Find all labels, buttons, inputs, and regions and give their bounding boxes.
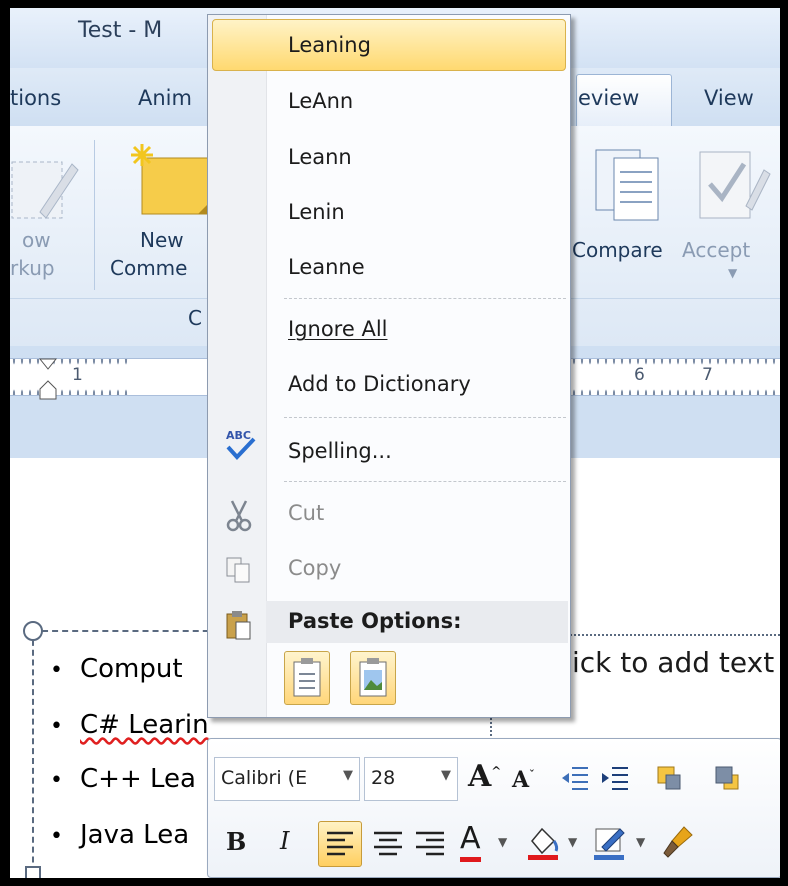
align-left-button[interactable]: [318, 821, 362, 867]
paste-keep-formatting-button[interactable]: [284, 651, 330, 705]
compare-button[interactable]: Compare: [570, 134, 676, 294]
window-title: Test - M: [78, 18, 163, 43]
tab-review[interactable]: eview: [578, 86, 639, 110]
new-comment-label-1: New: [140, 228, 184, 252]
tab-transitions[interactable]: tions: [10, 86, 61, 110]
shape-fill-icon[interactable]: [526, 823, 562, 863]
send-backward-icon[interactable]: [712, 763, 742, 793]
markup-icon: [11, 161, 79, 219]
app-window: Test - M tions Anim eview View ow rkup N…: [10, 8, 780, 878]
font-size-value: 28: [371, 767, 396, 789]
font-size-combo[interactable]: 28 ▼: [364, 757, 458, 801]
new-comment-button[interactable]: New Comme: [110, 134, 213, 294]
ruler-ticks: [570, 359, 780, 395]
ruler-ticks: [10, 359, 130, 395]
align-center-icon[interactable]: [370, 825, 406, 865]
menu-separator: [284, 481, 566, 482]
chevron-down-icon[interactable]: ▼: [441, 768, 451, 783]
suggestion-leanne[interactable]: Leanne: [288, 255, 365, 279]
chevron-down-icon[interactable]: ▼: [568, 835, 577, 849]
menu-highlight: [212, 19, 566, 71]
accept-button[interactable]: Accept ▼: [678, 134, 778, 294]
show-markup-label-2: rkup: [10, 256, 55, 280]
paste-picture-icon: [359, 658, 387, 697]
compare-icon: [595, 149, 659, 221]
bring-forward-icon[interactable]: [654, 763, 684, 793]
grow-font-icon[interactable]: A^: [468, 759, 501, 794]
align-right-icon[interactable]: [412, 825, 448, 865]
svg-text:ABC: ABC: [226, 429, 251, 442]
paste-text-icon: [293, 658, 321, 697]
suggestion-leaning[interactable]: Leaning: [288, 33, 371, 57]
comments-group-label: C: [188, 306, 202, 330]
rotate-handle[interactable]: [23, 621, 43, 641]
add-to-dictionary-item[interactable]: Add to Dictionary: [288, 372, 471, 396]
shape-outline-icon[interactable]: [592, 823, 628, 863]
resize-handle[interactable]: [25, 866, 41, 878]
suggestion-leann[interactable]: Leann: [288, 145, 352, 169]
tab-animations[interactable]: Anim: [138, 86, 192, 110]
shrink-font-icon[interactable]: Aˇ: [512, 767, 535, 793]
accept-label: Accept: [682, 238, 751, 262]
accept-icon: [699, 151, 771, 219]
suggestion-leann-cap[interactable]: LeAnn: [288, 89, 353, 113]
format-painter-icon[interactable]: [660, 823, 696, 863]
increase-indent-icon[interactable]: [600, 763, 630, 793]
misspelled-word: C# Learin: [80, 710, 209, 740]
chevron-down-icon[interactable]: ▼: [343, 768, 353, 783]
suggestion-lenin[interactable]: Lenin: [288, 200, 345, 224]
bullet-item: • Java Lea: [50, 820, 190, 850]
copy-item[interactable]: Copy: [288, 556, 341, 580]
bullet-item: • C++ Lea: [50, 764, 196, 794]
chevron-down-icon[interactable]: ▼: [498, 835, 507, 849]
ruler-mark-6: 6: [634, 365, 645, 385]
scissors-icon: [226, 500, 252, 532]
menu-separator: [284, 417, 566, 418]
menu-separator: [284, 298, 566, 299]
ignore-all-item[interactable]: Ignore All: [288, 317, 387, 341]
font-name-combo[interactable]: Calibri (E ▼: [214, 757, 360, 801]
show-markup-button[interactable]: ow rkup: [10, 134, 90, 294]
indent-marker-icon[interactable]: [36, 355, 66, 405]
paste-picture-button[interactable]: [350, 651, 396, 705]
spelling-item[interactable]: Spelling...: [288, 439, 392, 463]
cut-item[interactable]: Cut: [288, 501, 324, 525]
copy-icon: [226, 557, 250, 583]
compare-label: Compare: [572, 238, 663, 262]
align-left-icon: [327, 831, 353, 856]
bullet-item: • Comput: [50, 654, 183, 684]
new-comment-icon: [131, 144, 213, 215]
context-menu: Leaning LeAnn Leann Lenin Leanne Ignore …: [207, 14, 571, 718]
font-name-value: Calibri (E: [221, 767, 308, 789]
decrease-indent-icon[interactable]: [560, 763, 590, 793]
paste-icon: [226, 611, 251, 640]
chevron-down-icon[interactable]: ▼: [636, 835, 645, 849]
chevron-down-icon[interactable]: ▼: [728, 266, 737, 280]
font-color-icon[interactable]: A: [460, 821, 481, 862]
placeholder-prompt[interactable]: ick to add text: [572, 646, 774, 679]
ruler-mark-1: 1: [72, 365, 83, 385]
mini-toolbar: Calibri (E ▼ 28 ▼ A^ Aˇ B I A ▼ ▼ ▼: [207, 738, 780, 878]
bold-icon[interactable]: B: [226, 827, 246, 856]
spelling-check-icon: ABC: [226, 429, 256, 460]
separator: [94, 140, 95, 290]
tab-view[interactable]: View: [704, 86, 754, 110]
bullet-item: • C# Learin: [50, 710, 209, 740]
new-comment-label-2: Comme: [110, 256, 188, 280]
paste-options-label: Paste Options:: [288, 609, 462, 633]
show-markup-label-1: ow: [22, 228, 51, 252]
ruler-mark-7: 7: [702, 365, 713, 385]
italic-icon[interactable]: I: [280, 827, 289, 855]
